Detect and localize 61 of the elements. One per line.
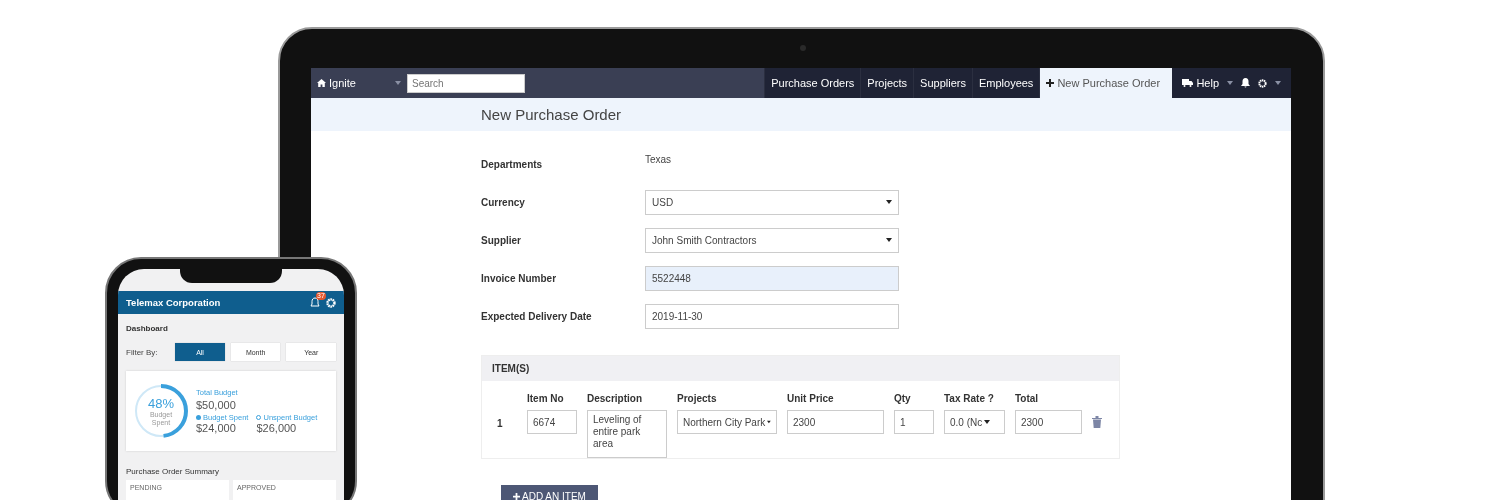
caret-icon[interactable] — [1227, 81, 1233, 85]
stat-value: $26,000 — [256, 422, 298, 434]
stat-value: $50,000 — [196, 399, 237, 411]
app-title: Telemax Corporation — [126, 297, 222, 308]
nav-tab[interactable]: Projects — [860, 68, 914, 98]
nav-tab[interactable]: Employees — [971, 68, 1040, 98]
input-field[interactable]: 2300 — [1015, 410, 1082, 434]
dropdown-field[interactable]: John Smith Contractors — [645, 227, 899, 253]
field-label: Supplier — [481, 234, 522, 246]
column-header: Total — [1015, 393, 1040, 404]
budget-percent: 48% — [148, 395, 174, 411]
help-link[interactable]: Help — [1182, 77, 1219, 89]
plus-icon — [513, 493, 520, 500]
add-item-button[interactable]: ADD AN ITEM — [501, 485, 598, 500]
input-field[interactable]: 2300 — [787, 410, 884, 434]
column-header: Tax Rate ? — [944, 393, 995, 404]
bell-icon[interactable] — [1241, 78, 1250, 88]
items-header: ITEM(S) — [482, 356, 1119, 381]
caret-icon[interactable] — [1275, 81, 1281, 85]
caret-icon — [886, 200, 892, 204]
nav-tab[interactable]: Suppliers — [913, 68, 972, 98]
field-label: Expected Delivery Date — [481, 310, 593, 322]
legend-dot-icon — [196, 415, 201, 420]
filter-label: Filter By: — [126, 347, 159, 357]
settings-icon[interactable] — [1258, 78, 1267, 88]
truck-icon — [1182, 79, 1194, 87]
caret-icon — [984, 420, 991, 424]
search-field[interactable]: Search — [407, 73, 525, 93]
row-number: 1 — [497, 417, 504, 431]
settings-icon[interactable] — [326, 297, 336, 308]
caret-icon — [886, 238, 892, 242]
field-label: Departments — [481, 158, 544, 170]
plus-icon — [1046, 79, 1055, 87]
section-title: Purchase Order Summary — [125, 466, 220, 478]
brand-link[interactable]: Ignite — [311, 77, 395, 89]
camera-icon — [800, 45, 806, 51]
nav-tab[interactable]: Purchase Orders — [764, 68, 861, 98]
input-field[interactable]: 6674 — [527, 410, 577, 434]
caret-icon[interactable] — [395, 81, 401, 85]
field-label: Invoice Number — [481, 272, 558, 284]
trash-icon[interactable] — [1092, 416, 1102, 428]
page-title: New Purchase Order — [481, 106, 622, 123]
column-header: Item No — [527, 393, 565, 404]
column-header: Projects — [677, 393, 718, 404]
field-value: Texas — [645, 153, 672, 165]
input-field[interactable]: 2019-11-30 — [645, 303, 899, 329]
column-header: Description — [587, 393, 643, 404]
caret-icon — [767, 420, 771, 424]
column-header: Unit Price — [787, 393, 835, 404]
dropdown-field[interactable]: USD — [645, 189, 899, 215]
dropdown-field[interactable]: Northern City Park — [677, 410, 777, 434]
input-field[interactable]: 5522448 — [645, 265, 899, 291]
section-title: Dashboard — [125, 323, 169, 335]
nav-tab[interactable]: New Purchase Order — [1039, 68, 1173, 98]
text-area[interactable]: Leveling of entire park area — [587, 410, 667, 458]
field-label: Currency — [481, 196, 526, 208]
stat-value: $24,000 — [196, 422, 237, 434]
dropdown-field[interactable]: 0.0 (Nc — [944, 410, 1005, 434]
input-field[interactable]: 1 — [894, 410, 934, 434]
column-header: Qty — [894, 393, 912, 404]
home-icon — [317, 79, 326, 87]
